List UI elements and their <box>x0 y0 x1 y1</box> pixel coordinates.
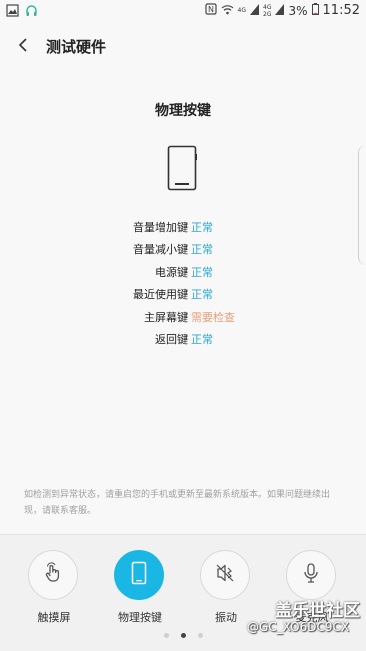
network-lte-label: 4G 2G <box>263 4 271 18</box>
phone-icon <box>131 561 147 589</box>
tab-label: 触摸屏 <box>37 611 71 624</box>
network-type-label: 4G <box>237 7 247 14</box>
headphones-icon <box>25 4 38 20</box>
result-row-volume-down: 音量减小键 : 正常 <box>0 239 366 257</box>
phone-device-icon <box>167 145 197 195</box>
wifi-icon <box>221 4 234 18</box>
result-row-power: 电源键 : 正常 <box>0 262 366 280</box>
image-notification-icon <box>6 4 19 20</box>
result-row-recents: 最近使用键 : 正常 <box>0 284 366 302</box>
result-separator: : <box>185 218 189 231</box>
watermark-user: @GC_XO6DC9CX <box>247 620 350 634</box>
result-value: 正常 <box>191 221 213 234</box>
result-label: 电源键 <box>155 266 188 279</box>
result-row-home: 主屏幕键 : 需要检查 <box>0 307 366 325</box>
result-value: 正常 <box>191 266 213 279</box>
network-lte-top: 4G <box>263 3 272 11</box>
tab-label: 物理按键 <box>118 611 162 624</box>
result-separator: : <box>185 285 189 298</box>
result-separator: : <box>185 263 189 276</box>
touch-icon <box>42 562 64 588</box>
result-value: 正常 <box>191 288 213 301</box>
notice-text: 如检测到异常状态，请重启您的手机或更新至最新系统版本。如果问题继续出现，请联系客… <box>24 490 331 516</box>
result-value: 需要检查 <box>191 311 235 324</box>
result-value: 正常 <box>191 333 213 346</box>
result-label: 返回键 <box>155 333 188 346</box>
signal-icon-2 <box>275 3 285 18</box>
result-label: 音量增加键 <box>133 221 188 234</box>
result-label: 音量减小键 <box>133 243 188 256</box>
watermark-brand: 盖乐世社区 <box>275 601 360 621</box>
status-bar: N 4G 4G 2G 3% 11:52 <box>0 0 366 24</box>
tab-icon-circle <box>286 550 336 600</box>
signal-icon <box>250 3 260 18</box>
result-separator: : <box>185 308 189 321</box>
result-separator: : <box>185 330 189 343</box>
battery-percent: 3% <box>288 3 308 18</box>
nfc-icon: N <box>204 3 217 18</box>
result-label: 主屏幕键 <box>144 311 188 324</box>
tab-icon-circle <box>114 550 164 600</box>
tab-icon-circle <box>200 550 250 600</box>
network-lte-bottom: 2G <box>263 10 272 18</box>
result-value: 正常 <box>191 243 213 256</box>
back-button[interactable] <box>10 34 36 60</box>
page-dot-active[interactable] <box>180 633 186 638</box>
svg-text:N: N <box>208 5 214 14</box>
result-label: 最近使用键 <box>133 288 188 301</box>
section-title: 物理按键 <box>155 103 211 119</box>
page-dot[interactable] <box>197 633 203 638</box>
chevron-left-icon <box>17 37 29 57</box>
vibrate-off-icon <box>214 562 236 588</box>
app-bar: 测试硬件 <box>0 24 366 70</box>
result-row-volume-up: 音量增加键 : 正常 <box>0 217 366 235</box>
clock: 11:52 <box>322 3 360 18</box>
page-title: 测试硬件 <box>46 38 107 56</box>
battery-icon <box>311 3 319 18</box>
page-dot[interactable] <box>163 633 169 638</box>
result-separator: : <box>185 240 189 253</box>
tab-physical-keys[interactable]: 物理按键 <box>100 550 180 636</box>
microphone-icon <box>301 562 321 588</box>
result-row-back: 返回键 : 正常 <box>0 329 366 347</box>
tab-icon-circle <box>28 550 78 600</box>
tab-touchscreen[interactable]: 触摸屏 <box>14 550 94 636</box>
